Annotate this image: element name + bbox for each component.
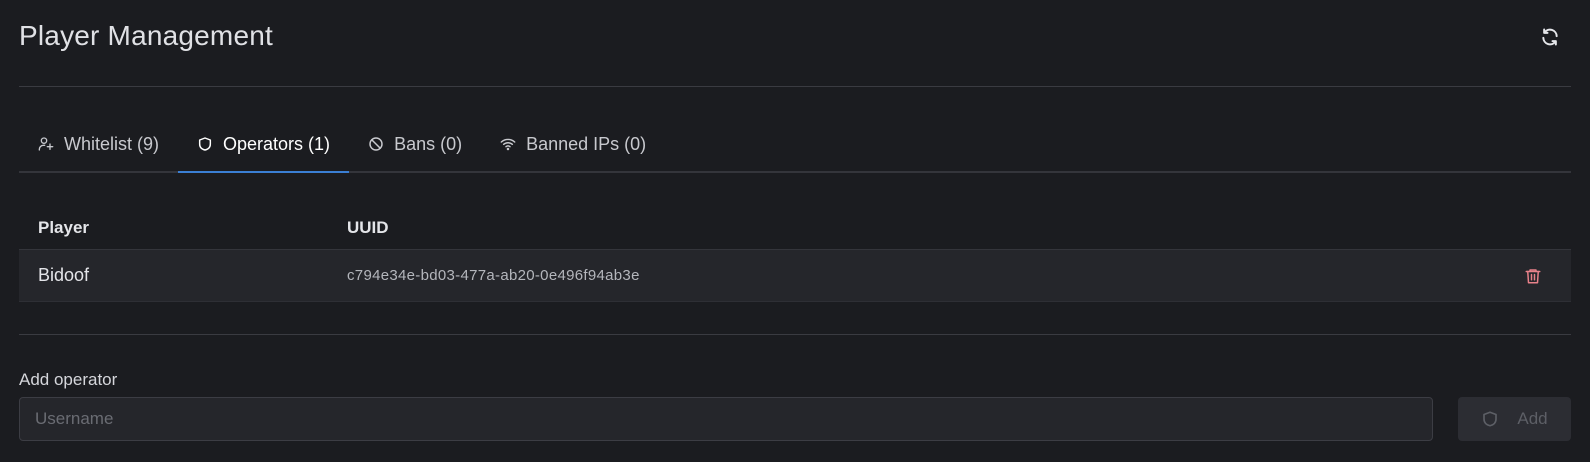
tab-label: Banned IPs (0) xyxy=(526,133,647,154)
tab-label: Bans (0) xyxy=(394,133,463,154)
page-title: Player Management xyxy=(19,20,273,51)
wifi-icon xyxy=(500,136,516,152)
operators-table: Player UUID Bidoof c794e34e-bd03-477a-ab… xyxy=(19,207,1571,302)
section-divider xyxy=(19,334,1571,335)
header: Player Management xyxy=(19,0,1571,87)
username-input[interactable] xyxy=(19,397,1433,441)
tab-bar: Whitelist (9) Operators (1) Bans (0) Ban… xyxy=(19,87,1571,173)
shield-icon xyxy=(197,136,213,152)
column-header-player: Player xyxy=(38,218,90,237)
column-header-uuid: UUID xyxy=(347,218,389,237)
remove-operator-button[interactable] xyxy=(1513,256,1553,296)
player-uuid: c794e34e-bd03-477a-ab20-0e496f94ab3e xyxy=(347,267,640,284)
tab-whitelist[interactable]: Whitelist (9) xyxy=(19,117,178,173)
user-plus-icon xyxy=(38,136,54,152)
add-button-label: Add xyxy=(1517,409,1548,428)
add-operator-form: Add operator Add xyxy=(19,370,1571,441)
tab-banned-ips[interactable]: Banned IPs (0) xyxy=(481,117,665,173)
add-operator-label: Add operator xyxy=(19,370,118,389)
refresh-icon xyxy=(1542,28,1558,46)
table-row: Bidoof c794e34e-bd03-477a-ab20-0e496f94a… xyxy=(19,250,1571,302)
player-name: Bidoof xyxy=(38,265,90,285)
table-header: Player UUID xyxy=(19,207,1571,250)
trash-icon xyxy=(1525,268,1541,283)
tab-operators[interactable]: Operators (1) xyxy=(178,117,350,173)
add-operator-button[interactable]: Add xyxy=(1458,397,1571,441)
player-management-panel: Player Management Whitelist (9) Operator… xyxy=(0,0,1590,462)
tab-label: Operators (1) xyxy=(223,133,331,154)
ban-icon xyxy=(368,136,384,152)
tab-bans[interactable]: Bans (0) xyxy=(349,117,481,173)
tab-label: Whitelist (9) xyxy=(64,133,160,154)
refresh-button[interactable] xyxy=(1539,26,1561,48)
shield-icon xyxy=(1483,411,1498,427)
